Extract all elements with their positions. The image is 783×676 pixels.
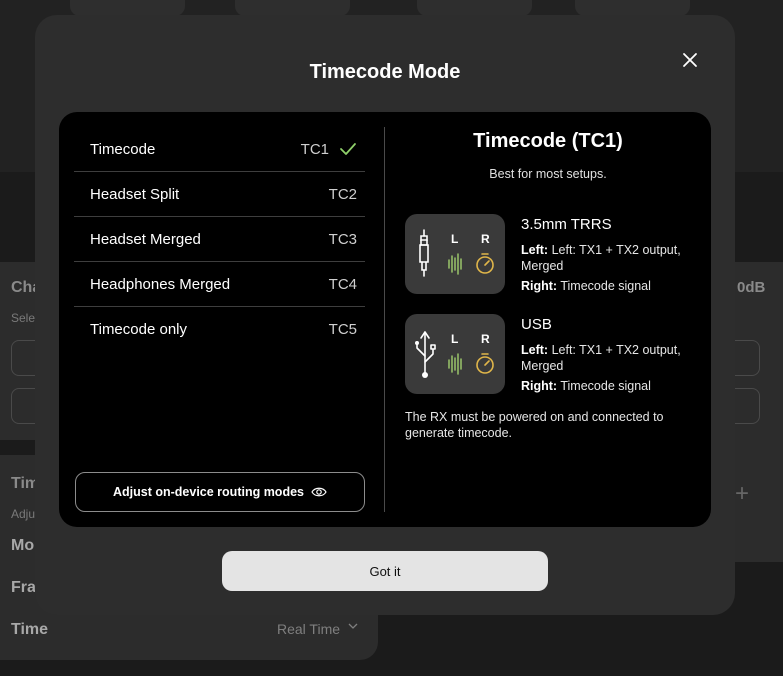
- mode-list: Timecode TC1 Headset Split TC2 Headset M…: [74, 127, 365, 352]
- timecode-note: The RX must be powered on and connected …: [405, 410, 664, 440]
- mode-item-tc5[interactable]: Timecode only TC5: [74, 307, 365, 352]
- mode-code: TC1: [300, 140, 329, 158]
- right-key: Right:: [521, 379, 558, 393]
- chevron-down-icon: [347, 620, 359, 635]
- mode-panel: Timecode TC1 Headset Split TC2 Headset M…: [59, 112, 711, 527]
- usb-icon: [415, 331, 494, 378]
- mode-item-tc1[interactable]: Timecode TC1: [74, 127, 365, 172]
- timecode-mode-dialog: Timecode Mode Timecode TC1 Headset Split…: [35, 15, 735, 615]
- background-card-subtitle: Sele: [11, 311, 36, 325]
- device-thumbnail: [235, 0, 350, 16]
- device-thumbnail: [417, 0, 532, 16]
- detail-title: Timecode (TC1): [473, 130, 623, 152]
- output-name: 3.5mm TRRS: [521, 216, 612, 233]
- mode-label: Timecode: [90, 140, 156, 158]
- detail-subtitle: Best for most setups.: [489, 167, 607, 181]
- device-thumbnail: [70, 0, 185, 16]
- output-right-description: Right: Timecode signal: [521, 378, 697, 394]
- background-card-subtitle: Adju: [11, 507, 36, 521]
- output-card: L R: [405, 314, 505, 394]
- mode-label: Timecode only: [90, 321, 187, 338]
- background-frame-label: Fra: [11, 579, 36, 596]
- panel-divider: [384, 127, 385, 512]
- eye-icon: [311, 487, 327, 497]
- mode-code: TC4: [328, 275, 357, 293]
- mode-code: TC2: [328, 185, 357, 203]
- mode-code: TC5: [328, 321, 357, 338]
- mode-item-tc4[interactable]: Headphones Merged TC4: [74, 262, 365, 307]
- close-button[interactable]: [679, 49, 701, 71]
- channel-l-label: L: [451, 332, 459, 346]
- device-thumbnail: [575, 0, 690, 16]
- background-time-label: Time: [11, 621, 49, 638]
- mode-label: Headset Split: [90, 185, 180, 203]
- mode-label: Headset Merged: [90, 230, 201, 248]
- left-key: Left:: [521, 243, 549, 257]
- adjust-routing-label: Adjust on-device routing modes: [113, 485, 304, 499]
- left-key: Left:: [521, 343, 549, 357]
- got-it-button[interactable]: Got it: [222, 551, 548, 591]
- background-plus-icon: +: [735, 480, 750, 507]
- right-key: Right:: [521, 279, 558, 293]
- channel-r-label: R: [481, 232, 490, 246]
- background-gain-value: 0dB: [737, 279, 766, 296]
- output-left-description: Left: Left: TX1 + TX2 output, Merged: [521, 342, 697, 374]
- background-time-value: Real Time: [277, 621, 341, 637]
- trrs-jack-icon: [419, 229, 494, 277]
- adjust-routing-button[interactable]: Adjust on-device routing modes: [75, 472, 365, 512]
- mode-item-tc3[interactable]: Headset Merged TC3: [74, 217, 365, 262]
- output-right-description: Right: Timecode signal: [521, 278, 697, 294]
- dialog-title: Timecode Mode: [309, 61, 461, 83]
- right-value: Timecode signal: [560, 279, 651, 293]
- output-card: L R: [405, 214, 505, 294]
- mode-label: Headphones Merged: [90, 275, 231, 293]
- checkmark-icon: [340, 143, 356, 155]
- background-mode-label: Mo: [11, 537, 35, 554]
- close-icon: [683, 53, 697, 67]
- output-name: USB: [521, 316, 552, 333]
- right-value: Timecode signal: [560, 379, 651, 393]
- output-left-description: Left: Left: TX1 + TX2 output, Merged: [521, 242, 697, 274]
- channel-l-label: L: [451, 232, 459, 246]
- mode-code: TC3: [328, 230, 357, 248]
- channel-r-label: R: [481, 332, 490, 346]
- mode-item-tc2[interactable]: Headset Split TC2: [74, 172, 365, 217]
